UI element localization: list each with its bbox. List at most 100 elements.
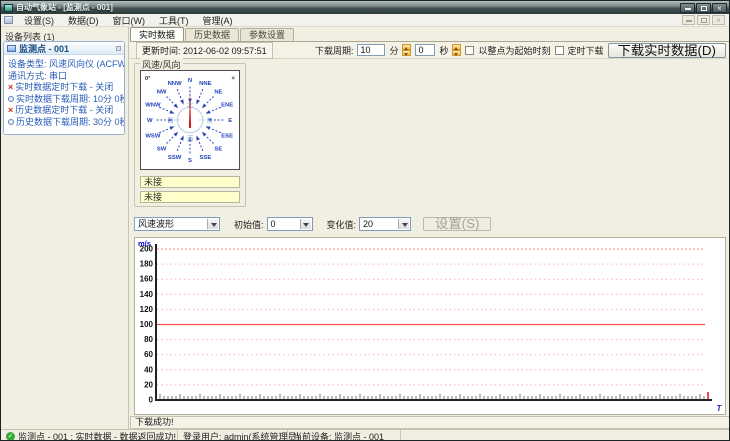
- chevron-down-icon: [207, 219, 218, 229]
- current-device: 当前设备: 监测点 - 001: [293, 431, 385, 441]
- menu-manage[interactable]: 管理(A): [196, 16, 240, 26]
- svg-text:T: T: [717, 404, 723, 413]
- main-panel: 实时数据 历史数据 参数设置 更新时间: 2012-06-02 09:57:51 下…: [130, 27, 729, 429]
- tab-params[interactable]: 参数设置: [240, 28, 295, 41]
- svg-text:SE: SE: [214, 146, 222, 152]
- svg-text:200: 200: [140, 245, 154, 254]
- minimize-icon: [685, 7, 691, 10]
- svg-text:×: ×: [231, 75, 235, 82]
- svg-text:N: N: [188, 78, 192, 84]
- mdi-child-icon[interactable]: [4, 16, 13, 24]
- device-info-line: 历史数据下载周期: 30分 0秒: [8, 116, 125, 129]
- seconds-stepper[interactable]: [452, 44, 462, 56]
- svg-text:SSE: SSE: [199, 155, 211, 161]
- svg-text:E: E: [228, 118, 232, 124]
- svg-text:东: 东: [206, 115, 212, 124]
- waveform-chart-svg: m/s020406080100120140160180200T: [138, 239, 723, 413]
- close-button[interactable]: ×: [712, 2, 727, 13]
- menu-window[interactable]: 窗口(W): [106, 16, 153, 26]
- svg-text:80: 80: [144, 335, 153, 344]
- wind-direction-field: 未接: [140, 191, 240, 203]
- download-period-label: 下载周期:: [314, 45, 354, 56]
- initial-value-select[interactable]: 0: [266, 217, 313, 231]
- seconds-input[interactable]: 0: [415, 44, 436, 56]
- device-info-line: 实时数据下载周期: 10分 0秒: [8, 93, 125, 106]
- wind-speed-field: 未接: [140, 176, 240, 188]
- menu-data[interactable]: 数据(D): [61, 16, 106, 26]
- menu-bar: 设置(S) 数据(D) 窗口(W) 工具(T) 管理(A) ×: [1, 14, 729, 27]
- closed-icon: ×: [8, 82, 14, 93]
- svg-text:NNE: NNE: [199, 81, 211, 87]
- tab-history[interactable]: 历史数据: [185, 28, 240, 41]
- update-time-label: 更新时间:: [142, 45, 181, 56]
- mdi-minimize-icon: [686, 20, 692, 22]
- change-value-select[interactable]: 20: [359, 217, 412, 231]
- svg-text:160: 160: [140, 275, 154, 284]
- seconds-down-icon[interactable]: [452, 50, 462, 56]
- svg-text:西: 西: [167, 116, 173, 124]
- device-info-line: 通讯方式: 串口: [8, 71, 122, 83]
- wind-group-box: 风速/风向 0° × N NNE NE ENE E ESE SE SSE S SSW SW WSW W WNW…: [134, 58, 246, 207]
- svg-text:WSW: WSW: [145, 133, 160, 139]
- update-time-value: 2012-06-02 09:57:51: [183, 45, 267, 56]
- menu-tools[interactable]: 工具(T): [152, 16, 196, 26]
- wind-compass: 0°×NNNENEENEEESESESSESSSWSWWSWWWNWNWNNW北…: [140, 70, 240, 170]
- download-realtime-button[interactable]: 下载实时数据(D): [607, 42, 726, 58]
- device-info-text: 通讯方式: 串口: [8, 70, 68, 81]
- minutes-down-icon[interactable]: [402, 50, 412, 56]
- device-info-text: 历史数据下载周期: 30分 0秒: [16, 116, 125, 127]
- svg-text:ESE: ESE: [221, 133, 233, 139]
- app-icon: [4, 3, 13, 12]
- mdi-restore-button[interactable]: [697, 15, 710, 25]
- device-info-line: × 历史数据定时下载 - 关闭: [8, 105, 122, 117]
- maximize-button[interactable]: [696, 2, 711, 13]
- svg-text:0°: 0°: [145, 76, 151, 82]
- timed-download-checkbox[interactable]: [554, 45, 564, 55]
- mdi-minimize-button[interactable]: [682, 15, 695, 25]
- change-value-select-value: 20: [363, 219, 374, 229]
- svg-text:100: 100: [140, 320, 154, 329]
- svg-text:WNW: WNW: [145, 103, 161, 109]
- closed-icon: ×: [8, 105, 14, 116]
- svg-text:W: W: [147, 118, 153, 124]
- minimize-button[interactable]: [680, 2, 695, 13]
- svg-text:S: S: [188, 158, 192, 164]
- mdi-close-button[interactable]: ×: [712, 15, 725, 25]
- timed-download-label: 定时下载: [567, 45, 604, 56]
- device-tree-node[interactable]: 监测点 - 001: [4, 42, 124, 55]
- device-list-sidebar: 设备列表 (1) 监测点 - 001 设备类型: 风速风向仪 (ACFW-4) 通…: [1, 27, 129, 429]
- wind-compass-svg: 0°×NNNENEENEEESESESSESSSWSWWSWWWNWNWNNW北…: [145, 75, 235, 164]
- menu-settings[interactable]: 设置(S): [17, 16, 61, 26]
- start-on-hour-label: 以整点为起始时刻: [478, 45, 551, 56]
- device-info-text: 设备类型: 风速风向仪 (ACFW-4): [8, 59, 125, 69]
- chart-controls: 风速波形 初始值: 0 变化值: 20 设置(S): [130, 215, 729, 233]
- waveform-select[interactable]: 风速波形: [134, 217, 220, 231]
- clock-icon: [8, 119, 14, 126]
- device-info-text: 实时数据下载周期: 10分 0秒: [16, 93, 125, 104]
- svg-text:南: 南: [187, 134, 193, 143]
- svg-text:20: 20: [144, 380, 153, 389]
- waveform-chart: m/s 0 20 40 60 80 100 120 140 160 180 200 T: [134, 237, 726, 415]
- compass-needle: [188, 90, 192, 128]
- update-time-box: 更新时间: 2012-06-02 09:57:51: [136, 41, 273, 59]
- settings-button[interactable]: 设置(S): [423, 217, 492, 231]
- start-on-hour-checkbox[interactable]: [465, 45, 475, 55]
- realtime-tab-content: 风速/风向 0° × N NNE NE ENE E ESE SE SSE S SSW SW WSW W WNW…: [130, 58, 729, 416]
- app-window: 自动气象站 - [监测点 - 001] × 设置(S) 数据(D) 窗口(W) 工具(…: [0, 0, 730, 441]
- download-status-strip: 下载成功!: [130, 416, 729, 429]
- status-message: 监测点 - 001 : 实时数据 - 数据返回成功!: [18, 431, 177, 441]
- monitor-icon: [7, 44, 16, 52]
- svg-text:60: 60: [144, 350, 153, 359]
- svg-text:NE: NE: [214, 90, 222, 96]
- device-info: 设备类型: 风速风向仪 (ACFW-4) 通讯方式: 串口 × 实时数据定时下载 - …: [4, 55, 124, 134]
- initial-value-label: 初始值:: [234, 219, 264, 230]
- collapse-icon[interactable]: [116, 45, 121, 51]
- svg-text:NW: NW: [157, 90, 167, 96]
- tab-realtime[interactable]: 实时数据: [130, 27, 185, 41]
- minutes-stepper[interactable]: [402, 44, 412, 56]
- device-info-text: 历史数据定时下载 - 关闭: [15, 105, 114, 115]
- minutes-input[interactable]: 10: [357, 44, 386, 56]
- device-info-text: 实时数据定时下载 - 关闭: [15, 82, 114, 92]
- success-icon: ✓: [6, 431, 15, 440]
- minutes-unit-label: 分: [389, 45, 399, 56]
